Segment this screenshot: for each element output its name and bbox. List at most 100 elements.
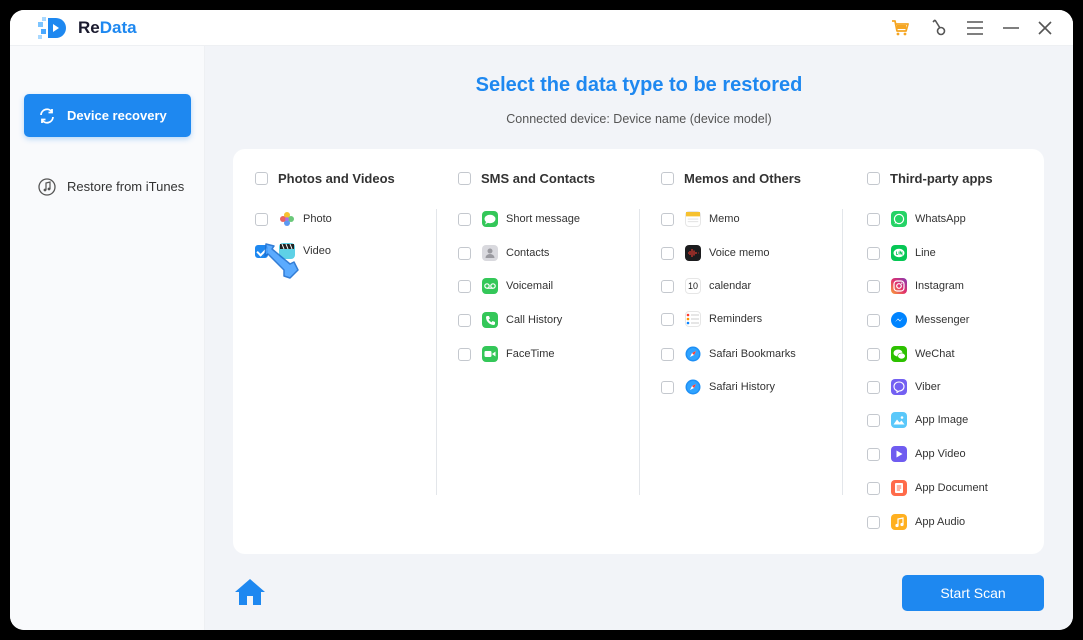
item-checkbox[interactable]: [867, 246, 880, 260]
messenger-icon: [891, 312, 907, 328]
item-checkbox[interactable]: [661, 312, 674, 326]
minimize-icon[interactable]: [1000, 17, 1022, 39]
item-label: App Image: [915, 414, 969, 426]
item-checkbox[interactable]: [458, 246, 471, 260]
list-item-facetime[interactable]: FaceTime: [458, 345, 555, 363]
list-item-instagram[interactable]: Instagram: [867, 277, 964, 295]
facetime-icon: [482, 346, 498, 362]
category-checkbox[interactable]: [867, 172, 880, 185]
item-label: App Document: [915, 482, 988, 494]
item-label: Voice memo: [709, 247, 770, 259]
home-icon[interactable]: [233, 576, 267, 608]
item-checkbox[interactable]: [867, 212, 880, 226]
category-header[interactable]: SMS and Contacts: [458, 171, 595, 186]
item-label: Video: [303, 245, 331, 257]
sidebar-item-device-recovery[interactable]: Device recovery: [24, 94, 191, 137]
list-item-voice-memo[interactable]: Voice memo: [661, 244, 770, 262]
item-label: Contacts: [506, 247, 550, 259]
item-label: calendar: [709, 280, 752, 292]
item-label: App Audio: [915, 516, 966, 528]
list-item-wechat[interactable]: WeChat: [867, 345, 955, 363]
category-photos-videos: Photos and Videos Photo Video: [233, 149, 436, 554]
menu-icon[interactable]: [964, 17, 986, 39]
calendar-day: 10: [687, 280, 698, 291]
list-item-app-image[interactable]: App Image: [867, 411, 968, 429]
whatsapp-icon: [891, 211, 907, 227]
app-image-icon: [891, 412, 907, 428]
category-label: Memos and Others: [684, 171, 802, 186]
item-label: Safari History: [709, 381, 776, 393]
list-item-app-video[interactable]: App Video: [867, 445, 966, 463]
category-checkbox[interactable]: [661, 172, 674, 185]
list-item-voicemail[interactable]: Voicemail: [458, 277, 553, 295]
close-icon[interactable]: [1034, 17, 1056, 39]
item-checkbox[interactable]: [255, 212, 268, 226]
sidebar-item-label: Restore from iTunes: [67, 179, 185, 194]
category-header[interactable]: Photos and Videos: [255, 171, 395, 186]
list-item-call-history[interactable]: Call History: [458, 311, 562, 329]
item-checkbox[interactable]: [867, 380, 880, 394]
list-item-video[interactable]: Video: [255, 242, 331, 260]
app-name-part2: Data: [99, 18, 137, 37]
category-memos-others: Memos and Others Memo Voice memo 10 cale…: [639, 149, 842, 554]
category-header[interactable]: Third-party apps: [867, 171, 993, 186]
item-checkbox[interactable]: [867, 347, 880, 361]
list-item-contacts[interactable]: Contacts: [458, 244, 549, 262]
item-checkbox[interactable]: [867, 447, 880, 461]
item-checkbox[interactable]: [661, 212, 674, 226]
voicemail-icon: [482, 278, 498, 294]
category-checkbox[interactable]: [458, 172, 471, 185]
list-item-short-message[interactable]: Short message: [458, 210, 580, 228]
list-item-messenger[interactable]: Messenger: [867, 311, 969, 329]
list-item-memo[interactable]: Memo: [661, 210, 740, 228]
list-item-safari-history[interactable]: Safari History: [661, 378, 775, 396]
list-item-reminders[interactable]: Reminders: [661, 310, 762, 328]
list-item-viber[interactable]: Viber: [867, 378, 940, 396]
list-item-photo[interactable]: Photo: [255, 210, 332, 228]
item-checkbox[interactable]: [661, 246, 674, 260]
item-label: FaceTime: [506, 348, 555, 360]
item-checkbox[interactable]: [458, 347, 471, 361]
page-title: Select the data type to be restored: [475, 74, 803, 96]
sidebar-item-restore-itunes[interactable]: Restore from iTunes: [24, 165, 191, 208]
item-checkbox[interactable]: [867, 481, 880, 495]
item-checkbox[interactable]: [867, 413, 880, 427]
item-label: Messenger: [915, 314, 970, 326]
item-checkbox[interactable]: [867, 515, 880, 529]
item-label: Instagram: [915, 280, 964, 292]
key-icon[interactable]: [928, 17, 950, 39]
item-checkbox[interactable]: [255, 244, 268, 258]
category-label: SMS and Contacts: [481, 171, 596, 186]
list-item-app-audio[interactable]: App Audio: [867, 513, 965, 531]
item-checkbox[interactable]: [458, 279, 471, 293]
list-item-line[interactable]: Line: [867, 244, 936, 262]
redata-logo-icon: [38, 17, 66, 39]
list-item-whatsapp[interactable]: WhatsApp: [867, 210, 966, 228]
list-item-app-document[interactable]: App Document: [867, 479, 988, 497]
refresh-icon: [37, 106, 57, 126]
app-name-part1: Re: [78, 18, 100, 37]
viber-icon: [891, 379, 907, 395]
category-label: Third-party apps: [890, 171, 993, 186]
start-scan-button[interactable]: Start Scan: [902, 575, 1044, 611]
category-header[interactable]: Memos and Others: [661, 171, 801, 186]
main-content: Select the data type to be restored Conn…: [205, 46, 1073, 630]
item-checkbox[interactable]: [867, 313, 880, 327]
item-label: Memo: [709, 213, 740, 225]
category-checkbox[interactable]: [255, 172, 268, 185]
item-checkbox[interactable]: [458, 313, 471, 327]
app-audio-icon: [891, 514, 907, 530]
safari-icon: [685, 379, 701, 395]
item-checkbox[interactable]: [661, 380, 674, 394]
item-label: WhatsApp: [915, 213, 966, 225]
item-label: App Video: [915, 448, 966, 460]
list-item-safari-bookmarks[interactable]: Safari Bookmarks: [661, 345, 796, 363]
item-checkbox[interactable]: [661, 279, 674, 293]
cart-icon[interactable]: [889, 17, 911, 39]
list-item-calendar[interactable]: 10 calendar: [661, 277, 751, 295]
calendar-icon: 10: [685, 278, 701, 294]
item-checkbox[interactable]: [867, 279, 880, 293]
safari-icon: [685, 346, 701, 362]
item-checkbox[interactable]: [661, 347, 674, 361]
item-checkbox[interactable]: [458, 212, 471, 226]
